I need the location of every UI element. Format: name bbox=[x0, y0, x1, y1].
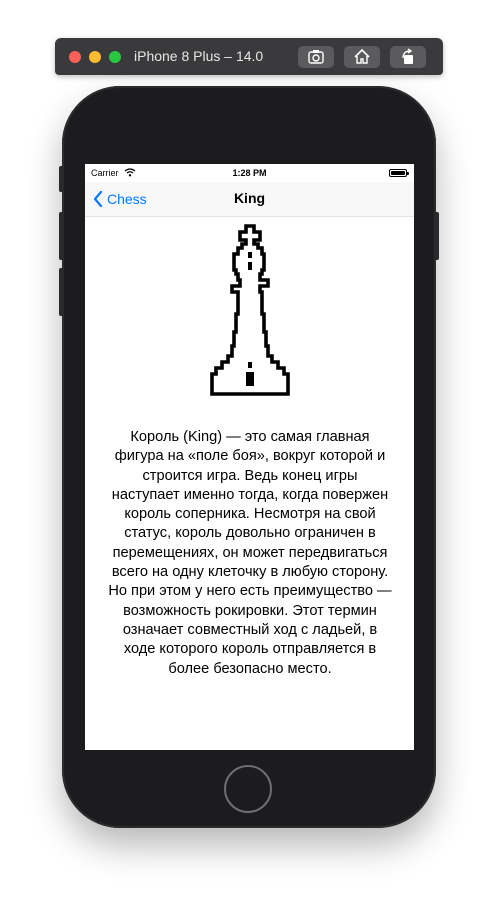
minimize-window-button[interactable] bbox=[89, 51, 101, 63]
navigation-bar: Chess King bbox=[85, 182, 414, 217]
chess-king-icon bbox=[210, 224, 290, 396]
mute-switch[interactable] bbox=[59, 166, 64, 192]
camera-icon bbox=[308, 50, 324, 64]
home-icon bbox=[354, 48, 370, 64]
close-window-button[interactable] bbox=[69, 51, 81, 63]
zoom-window-button[interactable] bbox=[109, 51, 121, 63]
rotate-icon bbox=[402, 48, 413, 64]
power-button[interactable] bbox=[434, 212, 439, 260]
status-bar: Carrier 1:28 PM bbox=[85, 164, 414, 182]
home-toolbar-button[interactable] bbox=[344, 46, 380, 68]
simulator-title: iPhone 8 Plus – 14.0 bbox=[134, 48, 264, 64]
king-description: Король (King) — это самая главная фигура… bbox=[108, 429, 392, 677]
rotate-button[interactable] bbox=[390, 46, 426, 68]
volume-down-button[interactable] bbox=[59, 268, 64, 316]
home-button[interactable] bbox=[224, 765, 272, 813]
screenshot-button[interactable] bbox=[298, 46, 334, 68]
simulator-title-bar: iPhone 8 Plus – 14.0 bbox=[55, 38, 443, 75]
volume-up-button[interactable] bbox=[59, 212, 64, 260]
page-title: King bbox=[233, 190, 266, 206]
status-time: 1:28 PM bbox=[232, 168, 267, 178]
battery-icon bbox=[389, 169, 409, 177]
device-screen: Carrier 1:28 PM Chess King Король (King)… bbox=[85, 164, 414, 750]
